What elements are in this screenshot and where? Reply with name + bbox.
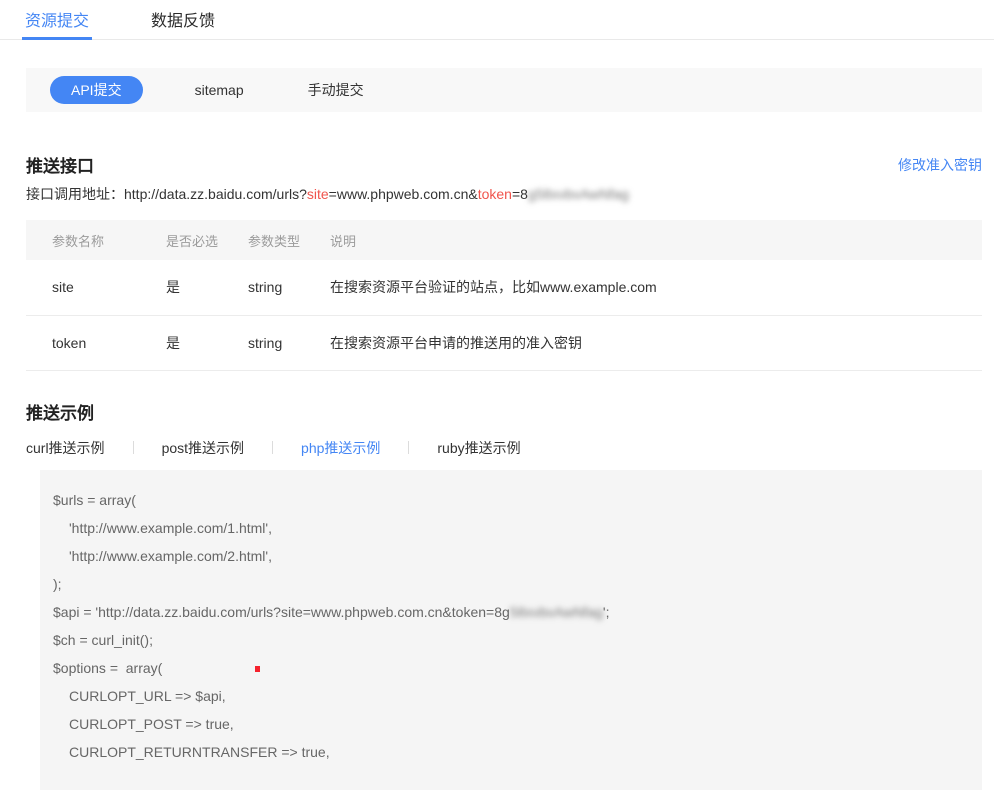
api-token-blurred: g58xvbvAwNfag	[528, 186, 629, 202]
tab-resource-submit[interactable]: 资源提交	[22, 0, 92, 39]
col-param-type: 参数类型	[248, 220, 330, 260]
param-name: token	[26, 315, 166, 370]
param-type: string	[248, 315, 330, 370]
example-tab-ruby[interactable]: ruby推送示例	[437, 438, 520, 458]
push-api-section-head: 推送接口 修改准入密钥	[26, 152, 982, 177]
example-tabs: curl推送示例 post推送示例 php推送示例 ruby推送示例	[26, 438, 982, 458]
example-tab-php[interactable]: php推送示例	[301, 438, 380, 458]
param-required: 是	[166, 315, 248, 370]
api-site-param: site	[307, 186, 329, 202]
col-description: 说明	[330, 220, 982, 260]
code-token-blurred: 58xvbvAwNfag	[510, 604, 603, 620]
code-line: $ch = curl_init();	[53, 626, 972, 654]
method-tab-api-submit[interactable]: API提交	[50, 76, 143, 104]
push-examples-title: 推送示例	[26, 399, 982, 424]
method-tab-manual-submit[interactable]: 手动提交	[308, 80, 364, 100]
main-content: API提交 sitemap 手动提交 推送接口 修改准入密钥 接口调用地址：ht…	[26, 68, 982, 790]
code-line: $urls = array(	[53, 486, 972, 514]
submit-method-bar: API提交 sitemap 手动提交	[26, 68, 982, 112]
api-address-label: 接口调用地址：	[26, 186, 124, 202]
example-tab-curl[interactable]: curl推送示例	[26, 438, 105, 458]
col-param-name: 参数名称	[26, 220, 166, 260]
param-desc: 在搜索资源平台验证的站点，比如www.example.com	[330, 260, 982, 315]
code-api-suffix: ';	[603, 604, 610, 620]
param-desc: 在搜索资源平台申请的推送用的准入密钥	[330, 315, 982, 370]
api-site-value: =www.phpweb.com.cn&	[329, 186, 478, 202]
code-api-prefix: $api = 'http://data.zz.baidu.com/urls?si…	[53, 604, 510, 620]
code-line: 'http://www.example.com/1.html',	[53, 514, 972, 542]
params-table: 参数名称 是否必选 参数类型 说明 site 是 string 在搜索资源平台验…	[26, 220, 982, 371]
tab-separator	[272, 441, 273, 454]
api-token-param: token	[478, 186, 512, 202]
method-tab-sitemap[interactable]: sitemap	[195, 82, 244, 98]
params-header-row: 参数名称 是否必选 参数类型 说明	[26, 220, 982, 260]
table-row-token: token 是 string 在搜索资源平台申请的推送用的准入密钥	[26, 315, 982, 370]
api-call-address: 接口调用地址：http://data.zz.baidu.com/urls?sit…	[26, 185, 982, 204]
red-artifact-dot	[255, 666, 260, 672]
push-api-title: 推送接口	[26, 152, 94, 177]
api-token-visible: =8	[512, 186, 528, 202]
tab-separator	[133, 441, 134, 454]
param-required: 是	[166, 260, 248, 315]
code-line: 'http://www.example.com/2.html',	[53, 542, 972, 570]
param-type: string	[248, 260, 330, 315]
code-line: CURLOPT_RETURNTRANSFER => true,	[53, 738, 972, 766]
col-required: 是否必选	[166, 220, 248, 260]
tab-separator	[408, 441, 409, 454]
code-line: $options = array(	[53, 654, 972, 682]
modify-access-key-link[interactable]: 修改准入密钥	[898, 155, 982, 175]
top-nav-tabs: 资源提交 数据反馈	[0, 0, 994, 40]
code-line: );	[53, 570, 972, 598]
example-tab-post[interactable]: post推送示例	[162, 438, 244, 458]
php-example-code-block: $urls = array( 'http://www.example.com/1…	[40, 470, 982, 790]
api-url-prefix: http://data.zz.baidu.com/urls?	[124, 186, 307, 202]
code-line: CURLOPT_POST => true,	[53, 710, 972, 738]
code-line: CURLOPT_URL => $api,	[53, 682, 972, 710]
code-line-api: $api = 'http://data.zz.baidu.com/urls?si…	[53, 598, 972, 626]
tab-data-feedback[interactable]: 数据反馈	[148, 0, 218, 39]
table-row-site: site 是 string 在搜索资源平台验证的站点，比如www.example…	[26, 260, 982, 315]
param-name: site	[26, 260, 166, 315]
